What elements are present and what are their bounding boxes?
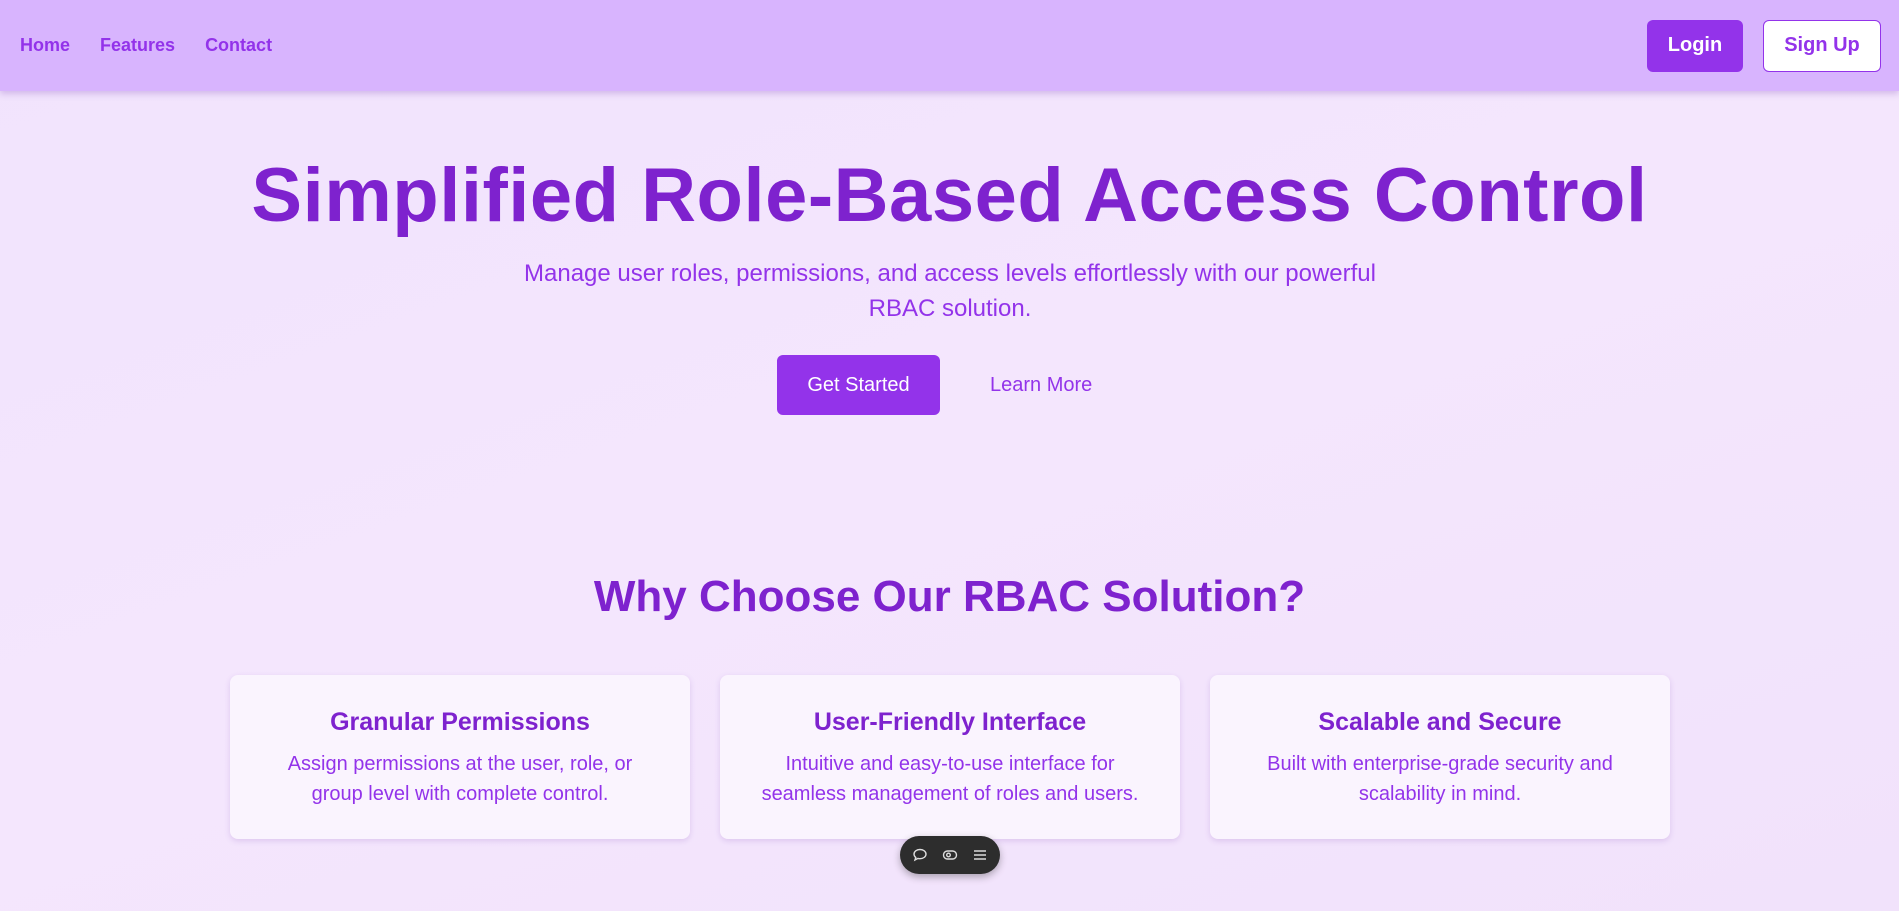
main-nav: Home Features Contact	[20, 35, 272, 56]
features-title: Why Choose Our RBAC Solution?	[593, 572, 1306, 621]
feature-card-interface: User-Friendly Interface Intuitive and ea…	[720, 675, 1180, 839]
hero-title: Simplified Role-Based Access Control	[251, 153, 1648, 238]
login-button[interactable]: Login	[1647, 19, 1743, 72]
get-started-button[interactable]: Get Started	[777, 355, 940, 415]
feature-card-title: Granular Permissions	[330, 708, 590, 736]
feature-card-title: Scalable and Secure	[1318, 708, 1562, 736]
hero-cta-group: Get Started Learn More	[777, 355, 1092, 415]
learn-more-button[interactable]: Learn More	[990, 374, 1092, 397]
feature-card-title: User-Friendly Interface	[813, 708, 1087, 736]
floating-toolbar	[900, 836, 1000, 874]
nav-features-link[interactable]: Features	[100, 35, 175, 56]
feature-card-text: Intuitive and easy-to-use interface for …	[761, 753, 1139, 805]
eye-icon[interactable]	[941, 846, 959, 864]
nav-home-link[interactable]: Home	[20, 35, 70, 56]
comment-icon[interactable]	[911, 846, 929, 864]
nav-contact-link[interactable]: Contact	[205, 35, 272, 56]
feature-card-text: Built with enterprise-grade security and…	[1267, 753, 1613, 805]
hero-subtitle: Manage user roles, permissions, and acce…	[524, 260, 1376, 322]
signup-button[interactable]: Sign Up	[1763, 19, 1881, 72]
menu-icon[interactable]	[971, 846, 989, 864]
feature-cards: Granular Permissions Assign permissions …	[230, 675, 1670, 839]
feature-card-permissions: Granular Permissions Assign permissions …	[230, 675, 690, 839]
feature-card-scalable: Scalable and Secure Built with enterpris…	[1210, 675, 1670, 839]
feature-card-text: Assign permissions at the user, role, or…	[287, 753, 633, 805]
top-navbar: Home Features Contact Login Sign Up	[0, 0, 1899, 91]
auth-buttons: Login Sign Up	[1647, 19, 1881, 72]
